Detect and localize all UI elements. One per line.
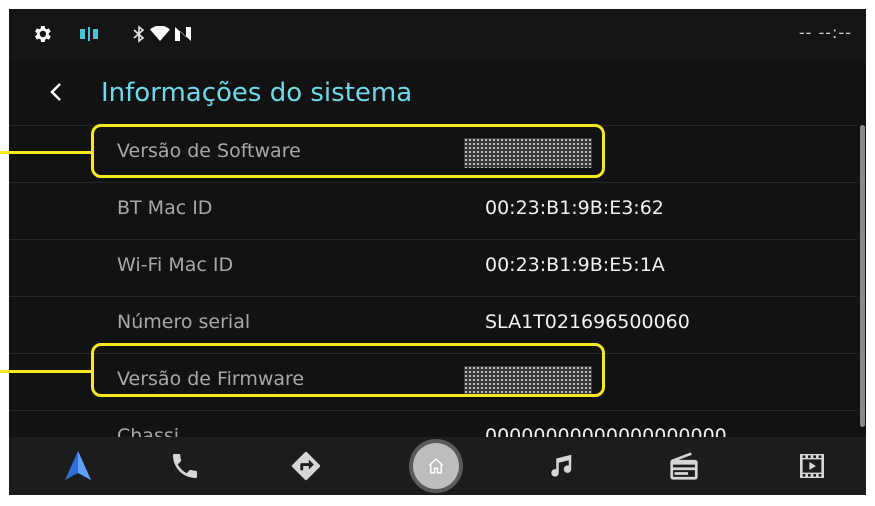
home-button[interactable] — [412, 442, 460, 490]
chevron-left-icon[interactable] — [39, 75, 73, 109]
gear-icon[interactable] — [31, 23, 53, 45]
redacted-value — [464, 138, 592, 168]
row-label: Chassi — [117, 425, 180, 437]
list-item-software-version: Versão de Software — [9, 125, 857, 183]
home-icon[interactable] — [413, 443, 459, 489]
directions-icon[interactable] — [282, 442, 330, 490]
list-item-serial-number: Número serial SLA1T021696500060 — [9, 296, 857, 354]
row-value: 00:23:B1:9B:E3:62 — [485, 197, 664, 219]
system-info-list: Versão de Software BT Mac ID 00:23:B1:9B… — [9, 125, 866, 437]
bottom-nav-bar — [9, 437, 866, 495]
status-bar: -- --:-- — [9, 9, 866, 61]
row-label: Wi-Fi Mac ID — [117, 254, 234, 276]
redacted-value — [464, 366, 592, 396]
page-title: Informações do sistema — [101, 78, 413, 108]
phone-icon[interactable] — [161, 442, 209, 490]
video-icon[interactable] — [788, 442, 836, 490]
row-value: SLA1T021696500060 — [485, 311, 690, 333]
annotation-leader-line — [0, 151, 94, 154]
nfc-icon — [174, 23, 192, 45]
clock-text: -- --:-- — [798, 23, 852, 42]
scrollbar[interactable] — [860, 125, 865, 427]
list-item-firmware-version: Versão de Firmware — [9, 353, 857, 411]
row-label: Versão de Software — [117, 140, 301, 162]
annotation-leader-line — [0, 370, 94, 373]
list-item-wifi-mac-id: Wi-Fi Mac ID 00:23:B1:9B:E5:1A — [9, 239, 857, 297]
radio-icon[interactable] — [660, 442, 708, 490]
row-label: Versão de Firmware — [117, 368, 305, 390]
row-label: BT Mac ID — [117, 197, 213, 219]
navigation-icon[interactable] — [54, 442, 102, 490]
row-label: Número serial — [117, 311, 251, 333]
bluetooth-icon — [133, 23, 145, 45]
list-item-chassis: Chassi 00000000000000000000 — [9, 410, 857, 437]
list-item-bt-mac-id: BT Mac ID 00:23:B1:9B:E3:62 — [9, 182, 857, 240]
media-session-icon — [79, 23, 103, 45]
row-value: 00000000000000000000 — [485, 425, 727, 437]
wifi-icon — [150, 23, 170, 45]
music-icon[interactable] — [536, 442, 584, 490]
head-unit-screen: -- --:-- Informações do sistema Versão d… — [9, 9, 866, 495]
row-value: 00:23:B1:9B:E5:1A — [485, 254, 665, 276]
title-bar: Informações do sistema — [9, 61, 866, 125]
